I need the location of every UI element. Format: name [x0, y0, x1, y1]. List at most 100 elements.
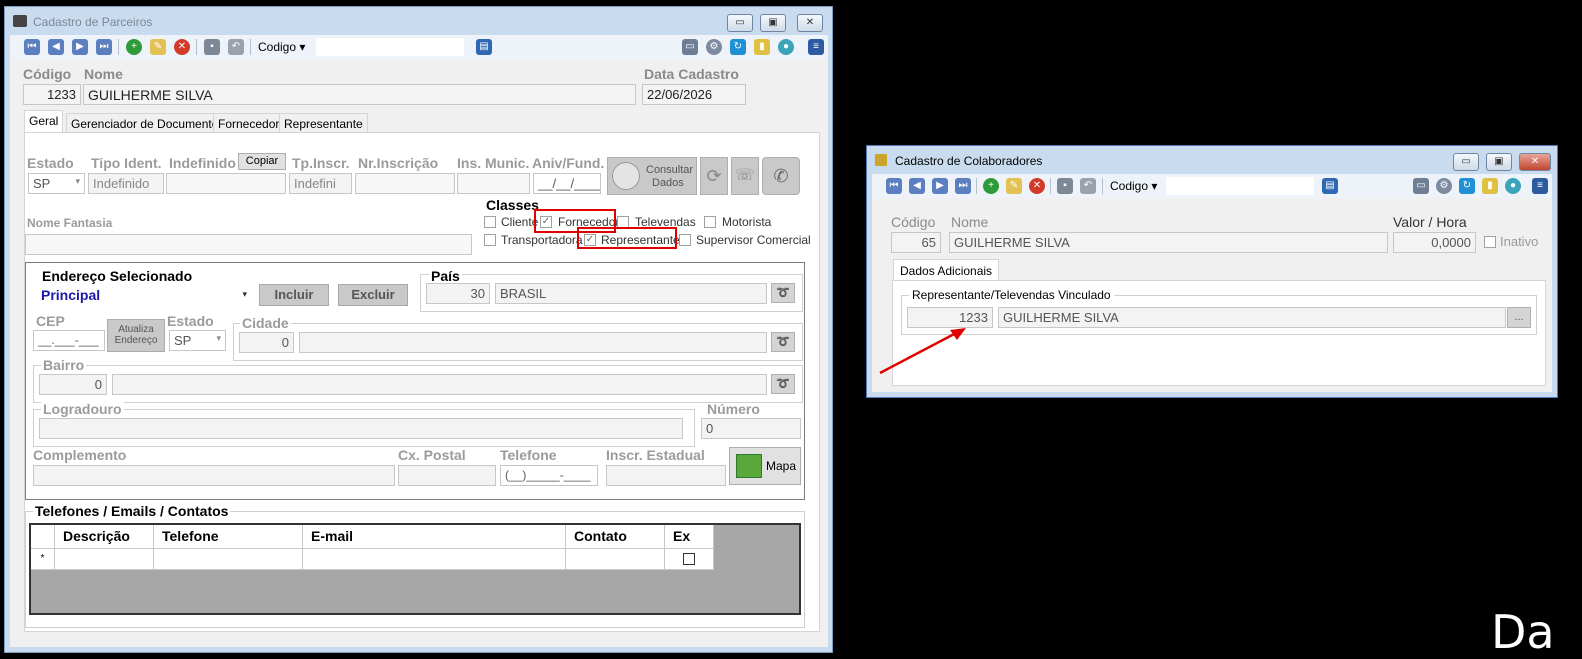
first-record-icon[interactable]: ⏮ [24, 39, 40, 55]
checkbox-motorista[interactable] [704, 216, 716, 228]
undo-icon[interactable]: ↶ [1080, 178, 1096, 194]
pais-lookup-button[interactable]: ➰ [771, 283, 795, 303]
next-record-icon[interactable]: ▶ [932, 178, 948, 194]
aniv-fund-field[interactable]: __/__/____ [533, 173, 601, 194]
maximize-button[interactable]: ▣ [1486, 153, 1512, 171]
phone-icon[interactable]: ☏ [731, 157, 759, 195]
vinculado-name-field[interactable]: GUILHERME SILVA [998, 307, 1506, 328]
window-list-icon[interactable]: ▭ [1413, 178, 1429, 194]
column-descricao[interactable]: Descrição [55, 525, 154, 549]
tab-dados-adicionais[interactable]: Dados Adicionais [893, 259, 1000, 281]
report-icon[interactable]: ▮ [1482, 178, 1498, 194]
search-input[interactable] [316, 38, 464, 56]
checkbox-cliente[interactable] [484, 216, 496, 228]
inativo-checkbox[interactable] [1484, 236, 1496, 248]
exit-icon[interactable]: ≡ [808, 39, 824, 55]
search-results-icon[interactable]: ▤ [476, 39, 492, 55]
column-ex[interactable]: Ex [665, 525, 714, 549]
cidade-name-field[interactable] [299, 332, 767, 353]
report-icon[interactable]: ▮ [754, 39, 770, 55]
estado-endereco-select[interactable]: SP ▾ [169, 330, 226, 351]
prev-record-icon[interactable]: ◀ [48, 39, 64, 55]
excluir-button[interactable]: Excluir [338, 284, 408, 306]
maximize-button[interactable]: ▣ [760, 14, 786, 32]
logradouro-field[interactable] [39, 418, 683, 439]
close-button[interactable]: ✕ [1519, 153, 1551, 171]
codigo-field[interactable]: 65 [891, 232, 941, 253]
bairro-code-field[interactable]: 0 [39, 374, 107, 395]
search-field-combo[interactable]: Codigo ▾ [258, 40, 305, 54]
valor-hora-field[interactable]: 0,0000 [1393, 232, 1476, 253]
consultar-dados-button[interactable]: Consultar Dados [607, 157, 697, 195]
last-record-icon[interactable]: ⏭ [96, 39, 112, 55]
save-icon[interactable]: ▪ [204, 39, 220, 55]
cell-contato[interactable] [566, 549, 665, 570]
endereco-select[interactable]: Principal ▾ [41, 287, 251, 307]
checkbox-supervisor-comercial[interactable] [679, 234, 691, 246]
search-results-icon[interactable]: ▤ [1322, 178, 1338, 194]
delete-icon[interactable]: ✕ [174, 39, 190, 55]
checkbox-ex[interactable] [683, 553, 695, 565]
column-contato[interactable]: Contato [566, 525, 665, 549]
atualiza-endereco-button[interactable]: Atualiza Endereço [107, 319, 165, 352]
complemento-field[interactable] [33, 465, 395, 486]
bairro-name-field[interactable] [112, 374, 767, 395]
next-record-icon[interactable]: ▶ [72, 39, 88, 55]
delete-icon[interactable]: ✕ [1029, 178, 1045, 194]
window-list-icon[interactable]: ▭ [682, 39, 698, 55]
nr-inscricao-field[interactable] [355, 173, 455, 194]
tp-inscr-select[interactable]: Indefini [289, 173, 352, 194]
refresh-icon[interactable]: ↻ [730, 39, 746, 55]
call-icon[interactable]: ✆ [762, 157, 800, 195]
sync-icon[interactable]: ⟳ [700, 157, 728, 195]
search-input[interactable] [1166, 177, 1314, 195]
edit-icon[interactable]: ✎ [150, 39, 166, 55]
ins-munic-field[interactable] [457, 173, 530, 194]
tab-representante[interactable]: Representante [279, 113, 368, 133]
last-record-icon[interactable]: ⏭ [955, 178, 971, 194]
tab-geral[interactable]: Geral [24, 110, 64, 132]
vinculado-lookup-button[interactable]: ... [1507, 307, 1531, 328]
checkbox-transportadora[interactable] [484, 234, 496, 246]
inscr-estadual-field[interactable] [606, 465, 726, 486]
add-icon[interactable]: + [983, 178, 999, 194]
tipo-ident-select[interactable]: Indefinido [88, 173, 164, 194]
cell-descricao[interactable] [55, 549, 154, 570]
pais-name-field[interactable]: BRASIL [495, 283, 767, 304]
minimize-button[interactable]: ▭ [727, 14, 753, 32]
tab-gerenciador-documentos[interactable]: Gerenciador de Documentos [66, 113, 230, 133]
minimize-button[interactable]: ▭ [1453, 153, 1479, 171]
cidade-code-field[interactable]: 0 [239, 332, 294, 353]
codigo-field[interactable]: 1233 [23, 84, 81, 105]
nome-field[interactable]: GUILHERME SILVA [83, 84, 636, 105]
search-field-combo[interactable]: Codigo ▾ [1110, 179, 1157, 193]
copiar-button[interactable]: Copiar [238, 153, 286, 170]
save-icon[interactable]: ▪ [1057, 178, 1073, 194]
cidade-lookup-button[interactable]: ➰ [771, 332, 795, 352]
settings-icon[interactable]: ⚙ [706, 39, 722, 55]
settings-icon[interactable]: ⚙ [1436, 178, 1452, 194]
refresh-icon[interactable]: ↻ [1459, 178, 1475, 194]
edit-icon[interactable]: ✎ [1006, 178, 1022, 194]
incluir-button[interactable]: Incluir [259, 284, 329, 306]
cep-field[interactable]: __.___-___ [33, 330, 105, 351]
numero-field[interactable]: 0 [701, 418, 801, 439]
prev-record-icon[interactable]: ◀ [909, 178, 925, 194]
bairro-lookup-button[interactable]: ➰ [771, 374, 795, 394]
nome-field[interactable]: GUILHERME SILVA [949, 232, 1388, 253]
pais-code-field[interactable]: 30 [426, 283, 490, 304]
indefinido-field[interactable] [166, 173, 286, 194]
mapa-button[interactable]: Mapa [729, 447, 801, 485]
column-telefone[interactable]: Telefone [154, 525, 303, 549]
user-icon[interactable]: ● [778, 39, 794, 55]
estado-select[interactable]: SP ▾ [28, 173, 85, 194]
user-icon[interactable]: ● [1505, 178, 1521, 194]
exit-icon[interactable]: ≡ [1532, 178, 1548, 194]
cx-postal-field[interactable] [398, 465, 496, 486]
column-email[interactable]: E-mail [303, 525, 566, 549]
nome-fantasia-field[interactable] [25, 234, 472, 255]
cell-email[interactable] [303, 549, 566, 570]
tab-fornecedor[interactable]: Fornecedor [213, 113, 285, 133]
undo-icon[interactable]: ↶ [228, 39, 244, 55]
cell-telefone[interactable] [154, 549, 303, 570]
